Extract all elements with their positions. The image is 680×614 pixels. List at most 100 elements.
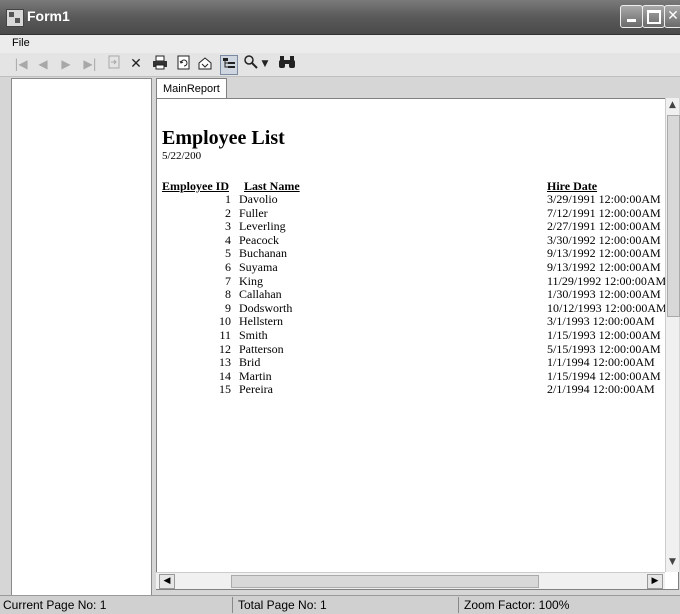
last-name: Smith bbox=[239, 327, 268, 342]
report-date: 5/22/200 bbox=[162, 150, 202, 162]
table-row: 11 Smith 1/15/1993 12:00:00AM bbox=[157, 327, 662, 343]
table-row: 9 Dodsworth 10/12/1993 12:00:00AM bbox=[157, 300, 666, 316]
employee-id: 15 bbox=[219, 382, 231, 397]
last-name: Patterson bbox=[239, 341, 284, 356]
status-divider bbox=[232, 597, 233, 613]
hire-date: 3/30/1992 12:00:00AM bbox=[547, 233, 661, 247]
hire-date: 1/1/1994 12:00:00AM bbox=[547, 356, 655, 370]
column-header-employee-id: Employee ID bbox=[162, 179, 229, 193]
table-row: 7 King 11/29/1992 12:00:00AM bbox=[157, 273, 666, 289]
hire-date: 5/15/1993 12:00:00AM bbox=[547, 342, 661, 356]
hire-date: 2/1/1994 12:00:00AM bbox=[547, 383, 655, 397]
hire-date: 2/27/1991 12:00:00AM bbox=[547, 220, 661, 234]
last-page-icon[interactable]: ▶| bbox=[83, 55, 97, 73]
status-total-pages: Total Page No: 1 bbox=[238, 598, 327, 612]
table-row: 5 Buchanan 9/13/1992 12:00:00AM bbox=[157, 247, 662, 261]
table-row: 8 Callahan 1/30/1993 12:00:00AM bbox=[157, 288, 662, 302]
last-name: Leverling bbox=[239, 219, 286, 234]
employee-id: 11 bbox=[219, 327, 231, 342]
menu-file[interactable]: File bbox=[12, 37, 30, 49]
vertical-scrollbar[interactable]: ▲ ▼ bbox=[665, 98, 680, 572]
menu-bar: File bbox=[0, 35, 680, 53]
table-row: 13 Brid 1/1/1994 12:00:00AM bbox=[157, 356, 662, 370]
last-name: Suyama bbox=[239, 259, 278, 274]
hire-date: 7/12/1991 12:00:00AM bbox=[547, 206, 661, 220]
hire-date: 10/12/1993 12:00:00AM bbox=[547, 301, 666, 315]
employee-id: 8 bbox=[225, 287, 231, 302]
print-icon[interactable] bbox=[152, 55, 168, 73]
column-header-hire-date: Hire Date bbox=[547, 179, 598, 193]
status-bar: Current Page No: 1 Total Page No: 1 Zoom… bbox=[0, 595, 680, 614]
dropdown-arrow-icon[interactable]: ▼ bbox=[260, 55, 270, 73]
tab-main-report[interactable]: MainReport bbox=[156, 78, 227, 99]
goto-page-icon[interactable] bbox=[107, 55, 121, 73]
scroll-right-icon[interactable]: ▶ bbox=[647, 574, 663, 589]
employee-id: 9 bbox=[225, 300, 231, 315]
status-divider bbox=[458, 597, 459, 613]
horizontal-scroll-thumb[interactable] bbox=[231, 575, 539, 588]
table-row: 1 Davolio 3/29/1991 12:00:00AM bbox=[157, 192, 662, 207]
close-icon[interactable]: ✕ bbox=[129, 55, 143, 73]
last-name: Fuller bbox=[239, 205, 268, 220]
scroll-down-icon[interactable]: ▼ bbox=[667, 557, 678, 567]
employee-id: 14 bbox=[219, 368, 231, 383]
table-row: 4 Peacock 3/30/1992 12:00:00AM bbox=[157, 232, 662, 248]
employee-id: 6 bbox=[225, 259, 231, 274]
report-viewer: Employee List 5/22/200 Employee ID Last … bbox=[156, 98, 679, 590]
status-zoom-factor: Zoom Factor: 100% bbox=[464, 598, 570, 612]
title-bar: Form1 ✕ bbox=[0, 0, 680, 35]
hire-date: 1/15/1994 12:00:00AM bbox=[547, 369, 661, 383]
employee-id: 12 bbox=[219, 341, 231, 356]
table-row: 12 Patterson 5/15/1993 12:00:00AM bbox=[157, 341, 662, 357]
zoom-icon[interactable] bbox=[244, 55, 258, 73]
hire-date: 9/13/1992 12:00:00AM bbox=[547, 247, 661, 261]
employee-id: 5 bbox=[225, 246, 231, 261]
tree-toggle-icon[interactable] bbox=[220, 55, 238, 75]
hire-date: 3/29/1991 12:00:00AM bbox=[547, 193, 661, 206]
employee-id: 4 bbox=[225, 232, 231, 247]
close-window-button[interactable]: ✕ bbox=[664, 5, 680, 28]
last-name: Peacock bbox=[239, 232, 279, 247]
table-row: 15 Pereira 2/1/1994 12:00:00AM bbox=[157, 383, 662, 397]
maximize-icon bbox=[647, 10, 661, 24]
employee-id: 7 bbox=[225, 273, 231, 288]
group-tree-panel[interactable] bbox=[11, 78, 152, 598]
table-row: 2 Fuller 7/12/1991 12:00:00AM bbox=[157, 205, 662, 221]
close-window-icon: ✕ bbox=[667, 8, 679, 24]
employee-id: 2 bbox=[225, 205, 231, 220]
export-icon[interactable] bbox=[197, 55, 213, 73]
last-name: Dodsworth bbox=[239, 300, 293, 315]
report-toolbar: |◀ ◀ ▶ ▶| ✕ ▼ bbox=[0, 53, 680, 77]
report-rows: 1 Davolio 3/29/1991 12:00:00AM 2 Fuller 7/12… bbox=[157, 192, 666, 397]
report-title: Employee List bbox=[162, 127, 285, 149]
window-title: Form1 bbox=[27, 8, 70, 24]
last-name: Martin bbox=[239, 368, 272, 383]
vertical-scroll-thumb[interactable] bbox=[667, 115, 680, 317]
last-name: Brid bbox=[239, 355, 261, 370]
last-name: Callahan bbox=[239, 287, 282, 302]
first-page-icon[interactable]: |◀ bbox=[14, 55, 28, 73]
refresh-icon[interactable] bbox=[176, 55, 190, 73]
employee-id: 1 bbox=[225, 192, 231, 206]
last-name: King bbox=[239, 273, 263, 288]
table-row: 6 Suyama 9/13/1992 12:00:00AM bbox=[157, 259, 662, 275]
previous-page-icon[interactable]: ◀ bbox=[37, 55, 49, 73]
next-page-icon[interactable]: ▶ bbox=[60, 55, 72, 73]
minimize-icon bbox=[627, 19, 636, 22]
last-name: Hellstern bbox=[239, 314, 283, 329]
maximize-button[interactable] bbox=[642, 5, 665, 28]
scroll-up-icon[interactable]: ▲ bbox=[667, 100, 678, 110]
search-icon[interactable] bbox=[278, 55, 296, 73]
table-row: 14 Martin 1/15/1994 12:00:00AM bbox=[157, 368, 662, 384]
hire-date: 11/29/1992 12:00:00AM bbox=[547, 274, 666, 288]
status-current-page: Current Page No: 1 bbox=[3, 598, 107, 612]
minimize-button[interactable] bbox=[620, 5, 643, 28]
scroll-left-icon[interactable]: ◀ bbox=[159, 574, 175, 589]
employee-id: 3 bbox=[225, 219, 231, 234]
app-icon[interactable] bbox=[6, 9, 24, 27]
employee-id: 13 bbox=[219, 355, 231, 370]
last-name: Davolio bbox=[239, 192, 278, 206]
last-name: Buchanan bbox=[239, 246, 287, 261]
horizontal-scrollbar[interactable]: ◀ ▶ bbox=[156, 572, 665, 589]
hire-date: 3/1/1993 12:00:00AM bbox=[547, 315, 655, 329]
